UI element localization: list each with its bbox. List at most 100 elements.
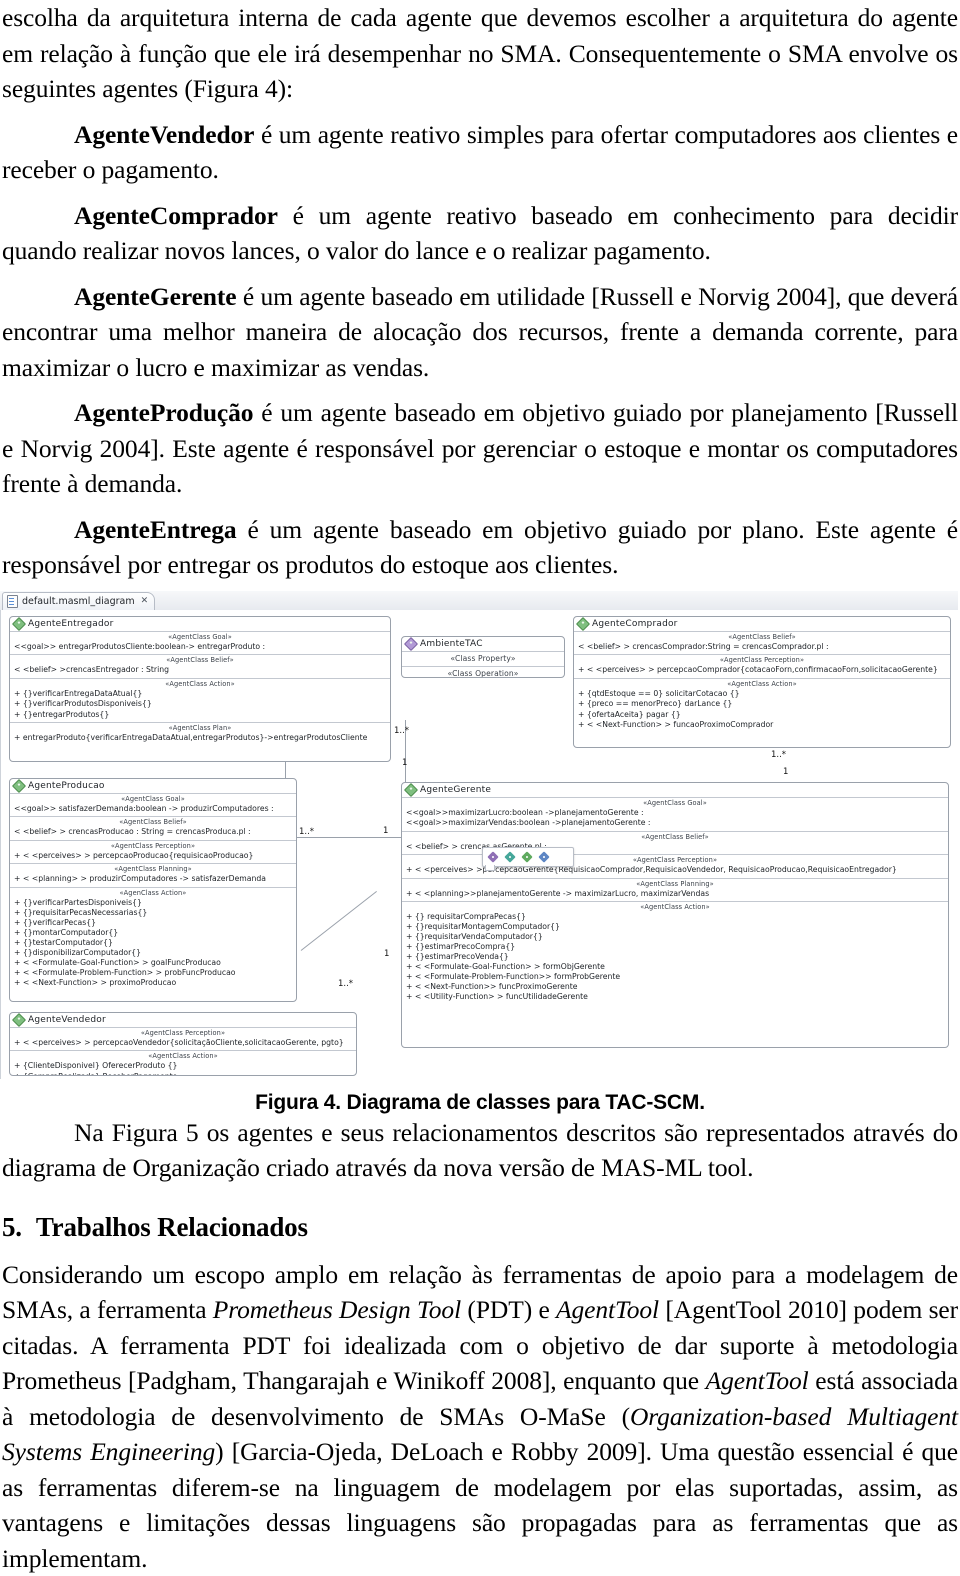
agent-name: AgenteEntrega <box>74 515 237 544</box>
feature-line: + < <Next-Function> > proximoProducao <box>10 978 296 988</box>
paragraph-agente-vendedor: AgenteVendedor é um agente reativo simpl… <box>2 117 958 188</box>
multiplicity-label: 1..* <box>299 827 314 837</box>
feature-line: + {preco == menorPreco} darLance {} <box>574 699 950 710</box>
stereotype-label: «AgentClass Perception» <box>10 1029 356 1038</box>
feature-line: + < <Next-Function> > funcaoProximoCompr… <box>574 720 950 731</box>
agent-class-icon <box>12 1012 26 1026</box>
section-planning: «AgentClass Planning» + < <planning>>pla… <box>402 879 948 903</box>
stereotype-label: «AgentClass Planning» <box>10 865 296 874</box>
text-run: escolha da arquitetura interna de cada a… <box>2 3 958 103</box>
floating-palette-overlay[interactable] <box>482 847 574 867</box>
feature-line: <<goal>>maximizarLucro:boolean ->planeja… <box>402 808 948 819</box>
text-run: (PDT) e <box>461 1295 556 1324</box>
agent-diamond-blue-icon[interactable] <box>538 851 549 862</box>
feature-line: + {ClienteDisponivel} OferecerProduto {} <box>10 1061 356 1072</box>
paragraph-trabalhos-relacionados: Considerando um escopo amplo em relação … <box>2 1257 958 1576</box>
document-page: escolha da arquitetura interna de cada a… <box>0 0 960 1503</box>
feature-line: + {}entregarProdutos{} <box>10 710 390 721</box>
file-icon <box>7 595 18 608</box>
stereotype-label: «AgentClass Goal» <box>402 799 948 808</box>
agent-name: AgenteVendedor <box>74 120 254 149</box>
section-belief: «AgentClass Belief» < <belief> >crencasE… <box>10 655 390 679</box>
feature-line: + {}verificarEntregaDataAtual{} <box>10 689 390 700</box>
stereotype-label: «AgentClass Belief» <box>10 656 390 665</box>
feature-line: < <belief> > crencasComprador:String = c… <box>574 642 950 653</box>
feature-line: + < <Utility-Function> > funcUtilidadeGe… <box>402 992 948 1002</box>
uml-class-agente-comprador[interactable]: AgenteComprador «AgentClass Belief» < <b… <box>573 616 951 748</box>
class-name: AgenteEntregador <box>28 619 113 629</box>
feature-line: + {}estimarPrecoCompra{} <box>402 942 948 952</box>
feature-line: + < <Formulate-Goal-Function> > formObjG… <box>402 962 948 972</box>
multiplicity-label: 1 <box>384 949 389 959</box>
uml-class-agente-producao[interactable]: AgenteProducao «AgentClass Goal» <<goal>… <box>9 778 297 1002</box>
feature-line: + < <perceives> > percepcaoProducao{requ… <box>10 851 296 862</box>
feature-line: + < <perceives> > percepcaoComprador{cot… <box>574 665 950 676</box>
uml-class-agente-entregador[interactable]: AgenteEntregador «AgentClass Goal» <<goa… <box>9 616 391 762</box>
paragraph-agente-producao: AgenteProdução é um agente baseado em ob… <box>2 395 958 502</box>
feature-line: + {ofertaAceita} pagar {} <box>574 710 950 721</box>
feature-line: + {qtdEstoque == 0} solicitarCotacao {} <box>574 689 950 700</box>
stereotype-label: «Class Operation» <box>402 668 564 678</box>
close-icon[interactable]: ✕ <box>141 596 149 606</box>
section-title: Trabalhos Relacionados <box>36 1212 308 1242</box>
environment-class-icon <box>404 636 418 650</box>
class-title-bar: AgenteEntregador <box>10 617 390 632</box>
stereotype-label: «AgentClass Action» <box>10 680 390 689</box>
agent-class-icon <box>404 782 418 796</box>
class-name: AgenteVendedor <box>28 1015 106 1025</box>
agent-diamond-teal-icon[interactable] <box>504 851 515 862</box>
uml-class-agente-gerente[interactable]: AgenteGerente «AgentClass Goal» <<goal>>… <box>401 782 949 1048</box>
section-heading-trabalhos-relacionados: 5.Trabalhos Relacionados <box>2 1212 958 1243</box>
stereotype-label: «AgentClass Action» <box>402 903 948 912</box>
class-name: AmbienteTAC <box>420 639 483 649</box>
text-block-bottom: Na Figura 5 os agentes e seus relacionam… <box>0 1115 960 1576</box>
feature-line: <<goal>>maximizarVendas:boolean ->planej… <box>402 818 948 829</box>
multiplicity-label: 1..* <box>338 979 353 989</box>
class-title-bar: AgenteComprador <box>574 617 950 632</box>
feature-line: + < <perceives> > percepcaoVendedor{soli… <box>10 1038 356 1049</box>
section-perception: «AgentClass Perception» + < <perceives> … <box>574 655 950 679</box>
feature-line: <<goal>> entregarProdutosCliente:boolean… <box>10 642 390 653</box>
class-title-bar: AmbienteTAC <box>402 637 564 652</box>
stereotype-label: «AgentClass Action» <box>574 680 950 689</box>
tab-label: default.masml_diagram <box>22 596 135 607</box>
feature-line: + < <Formulate-Problem-Function>> formPr… <box>402 972 948 982</box>
stereotype-label: «AgentClass Planning» <box>402 880 948 889</box>
feature-line: + {}requisitarVendaComputador{} <box>402 932 948 942</box>
class-title-bar: AgenteVendedor <box>10 1013 356 1028</box>
feature-line: + < <planning>>planejamentoGerente -> ma… <box>402 889 948 900</box>
class-title-bar: AgenteGerente <box>402 783 948 798</box>
uml-class-agente-vendedor[interactable]: AgenteVendedor «AgentClass Perception» +… <box>9 1012 357 1076</box>
section-belief: «AgentClass Belief» < <belief> > crencas… <box>10 817 296 841</box>
feature-line: + {}montarComputador{} <box>10 928 296 938</box>
feature-line: + {}verificarProdutosDisponiveis{} <box>10 699 390 710</box>
feature-line: + {}requisitarMontagemComputador{} <box>402 922 948 932</box>
class-title-bar: AgenteProducao <box>10 779 296 794</box>
connector-producao-gerente-h <box>285 837 403 838</box>
tab-default-masml-diagram[interactable]: default.masml_diagram ✕ <box>2 592 155 610</box>
italic-term: Prometheus Design Tool <box>213 1295 461 1324</box>
feature-line: <<goal>> satisfazerDemanda:boolean -> pr… <box>10 804 296 815</box>
class-name: AgenteGerente <box>420 785 491 795</box>
stereotype-label: «AgenClass Action» <box>10 889 296 898</box>
diagram-canvas[interactable]: AgenteEntregador «AgentClass Goal» <<goa… <box>0 610 958 1079</box>
uml-class-ambiente-tac[interactable]: AmbienteTAC «Class Property» «Class Oper… <box>401 636 565 678</box>
section-plan: «AgentClass Plan» + entregarProduto{veri… <box>10 723 390 746</box>
multiplicity-label: 1..* <box>394 726 409 736</box>
section-planning: «AgentClass Planning» + < <planning> > p… <box>10 864 296 888</box>
agent-name: AgenteComprador <box>74 201 278 230</box>
paragraph-agente-comprador: AgenteComprador é um agente reativo base… <box>2 198 958 269</box>
stereotype-label: «AgentClass Goal» <box>10 633 390 642</box>
agent-diamond-green-icon[interactable] <box>521 851 532 862</box>
feature-line: + {} requisitarCompraPecas{} <box>402 912 948 922</box>
eclipse-editor: default.masml_diagram ✕ AgenteEntregador <box>0 591 958 1079</box>
stereotype-label: «AgentClass Plan» <box>10 724 390 733</box>
figure-caption: Figura 4. Diagrama de classes para TAC-S… <box>0 1091 960 1115</box>
section-goal: «AgentClass Goal» <<goal>>maximizarLucro… <box>402 798 948 832</box>
connector-ambiente-diag <box>301 891 377 951</box>
palette-grab-handle[interactable] <box>485 865 495 871</box>
feature-line: + entregarProduto{verificarEntregaDataAt… <box>10 733 390 744</box>
section-perception: «AgentClass Perception» + < <perceives> … <box>10 1028 356 1052</box>
paragraph-intro: escolha da arquitetura interna de cada a… <box>2 0 958 107</box>
agent-diamond-purple-icon[interactable] <box>487 851 498 862</box>
